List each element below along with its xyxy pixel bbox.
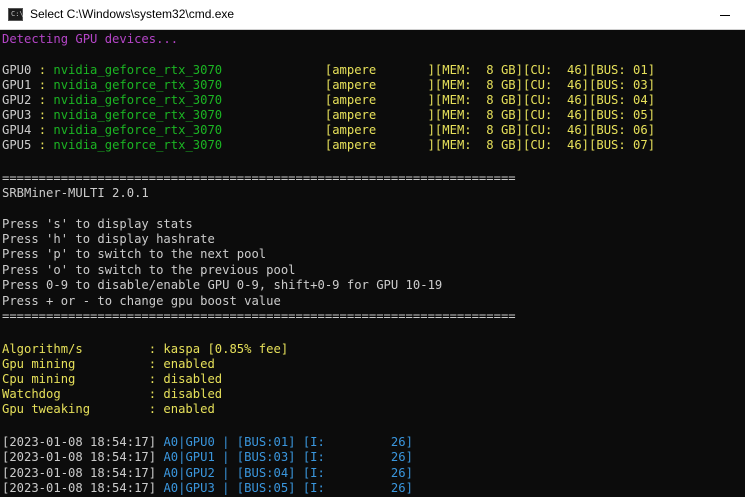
separator-line: ========================================… [2, 309, 516, 323]
log-line: [2023-01-08 18:54:17] A0|GPU2 | [BUS:04]… [2, 466, 413, 481]
minimize-button[interactable] [705, 0, 745, 30]
gpu-id: GPU1 [2, 78, 32, 92]
gpu-info: [ampere ][MEM: 8 GB][CU: 46][BUS: 07] [324, 138, 656, 152]
gpu-info: [ampere ][MEM: 8 GB][CU: 46][BUS: 01] [324, 63, 656, 77]
log-timestamp: [2023-01-08 18:54:17] [2, 481, 164, 495]
gpu-row: GPU2 : nvidia_geforce_rtx_3070 [ampere ]… [2, 93, 655, 108]
setting-label: Gpu mining [2, 357, 149, 371]
cmd-icon: C:\ [8, 8, 24, 21]
help-line: Press 0-9 to disable/enable GPU 0-9, shi… [2, 278, 443, 292]
setting-value: : kaspa [0.85% fee] [148, 342, 289, 356]
gpu-pad [222, 78, 325, 92]
gpu-sep: : [31, 108, 54, 122]
log-body: A0|GPU3 | [BUS:05] [I: 26] [163, 481, 413, 495]
gpu-name: nvidia_geforce_rtx_3070 [53, 123, 223, 137]
gpu-id: GPU3 [2, 108, 32, 122]
cmd-icon-text: C:\ [11, 10, 24, 18]
gpu-pad [222, 138, 325, 152]
setting-label: Watchdog [2, 387, 149, 401]
gpu-sep: : [31, 78, 54, 92]
gpu-pad [222, 93, 325, 107]
setting-value: : disabled [148, 372, 223, 386]
window-title: Select C:\Windows\system32\cmd.exe [30, 7, 235, 21]
setting-value: : disabled [148, 387, 223, 401]
gpu-info: [ampere ][MEM: 8 GB][CU: 46][BUS: 05] [324, 108, 656, 122]
gpu-pad [222, 123, 325, 137]
setting-label: Gpu tweaking [2, 402, 149, 416]
setting-value: : enabled [148, 357, 215, 371]
gpu-id: GPU4 [2, 123, 32, 137]
gpu-sep: : [31, 123, 54, 137]
help-line: Press + or - to change gpu boost value [2, 294, 281, 308]
window-titlebar[interactable]: C:\ Select C:\Windows\system32\cmd.exe [0, 0, 745, 30]
gpu-id: GPU2 [2, 93, 32, 107]
gpu-name: nvidia_geforce_rtx_3070 [53, 138, 223, 152]
log-timestamp: [2023-01-08 18:54:17] [2, 450, 164, 464]
setting-row: Cpu mining : disabled [2, 372, 222, 387]
gpu-info: [ampere ][MEM: 8 GB][CU: 46][BUS: 03] [324, 78, 656, 92]
gpu-row: GPU0 : nvidia_geforce_rtx_3070 [ampere ]… [2, 63, 655, 78]
version-line: SRBMiner-MULTI 2.0.1 [2, 186, 149, 200]
log-line: [2023-01-08 18:54:17] A0|GPU1 | [BUS:03]… [2, 450, 413, 465]
log-line: [2023-01-08 18:54:17] A0|GPU3 | [BUS:05]… [2, 481, 413, 496]
help-line: Press 's' to display stats [2, 217, 193, 231]
gpu-id: GPU0 [2, 63, 32, 77]
gpu-name: nvidia_geforce_rtx_3070 [53, 108, 223, 122]
gpu-row: GPU3 : nvidia_geforce_rtx_3070 [ampere ]… [2, 108, 655, 123]
gpu-name: nvidia_geforce_rtx_3070 [53, 93, 223, 107]
setting-label: Cpu mining [2, 372, 149, 386]
gpu-pad [222, 63, 325, 77]
gpu-pad [222, 108, 325, 122]
log-body: A0|GPU1 | [BUS:03] [I: 26] [163, 450, 413, 464]
gpu-name: nvidia_geforce_rtx_3070 [53, 78, 223, 92]
help-line: Press 'h' to display hashrate [2, 232, 215, 246]
setting-row: Gpu tweaking : enabled [2, 402, 215, 417]
setting-label: Algorithm/s [2, 342, 149, 356]
gpu-sep: : [31, 63, 54, 77]
log-line: [2023-01-08 18:54:17] A0|GPU0 | [BUS:01]… [2, 435, 413, 450]
gpu-info: [ampere ][MEM: 8 GB][CU: 46][BUS: 04] [324, 93, 656, 107]
gpu-name: nvidia_geforce_rtx_3070 [53, 63, 223, 77]
gpu-sep: : [31, 138, 54, 152]
setting-row: Gpu mining : enabled [2, 357, 215, 372]
setting-row: Watchdog : disabled [2, 387, 222, 402]
help-line: Press 'p' to switch to the next pool [2, 247, 267, 261]
gpu-sep: : [31, 93, 54, 107]
separator-line: ========================================… [2, 171, 516, 185]
gpu-row: GPU5 : nvidia_geforce_rtx_3070 [ampere ]… [2, 138, 655, 153]
gpu-row: GPU4 : nvidia_geforce_rtx_3070 [ampere ]… [2, 123, 655, 138]
gpu-row: GPU1 : nvidia_geforce_rtx_3070 [ampere ]… [2, 78, 655, 93]
setting-row: Algorithm/s : kaspa [0.85% fee] [2, 342, 288, 357]
gpu-id: GPU5 [2, 138, 32, 152]
setting-value: : enabled [148, 402, 215, 416]
log-body: A0|GPU0 | [BUS:01] [I: 26] [163, 435, 413, 449]
gpu-info: [ampere ][MEM: 8 GB][CU: 46][BUS: 06] [324, 123, 656, 137]
console-output[interactable]: Detecting GPU devices... GPU0 : nvidia_g… [0, 30, 745, 497]
log-timestamp: [2023-01-08 18:54:17] [2, 466, 164, 480]
help-line: Press 'o' to switch to the previous pool [2, 263, 296, 277]
log-timestamp: [2023-01-08 18:54:17] [2, 435, 164, 449]
log-body: A0|GPU2 | [BUS:04] [I: 26] [163, 466, 413, 480]
detect-line: Detecting GPU devices... [2, 32, 179, 46]
